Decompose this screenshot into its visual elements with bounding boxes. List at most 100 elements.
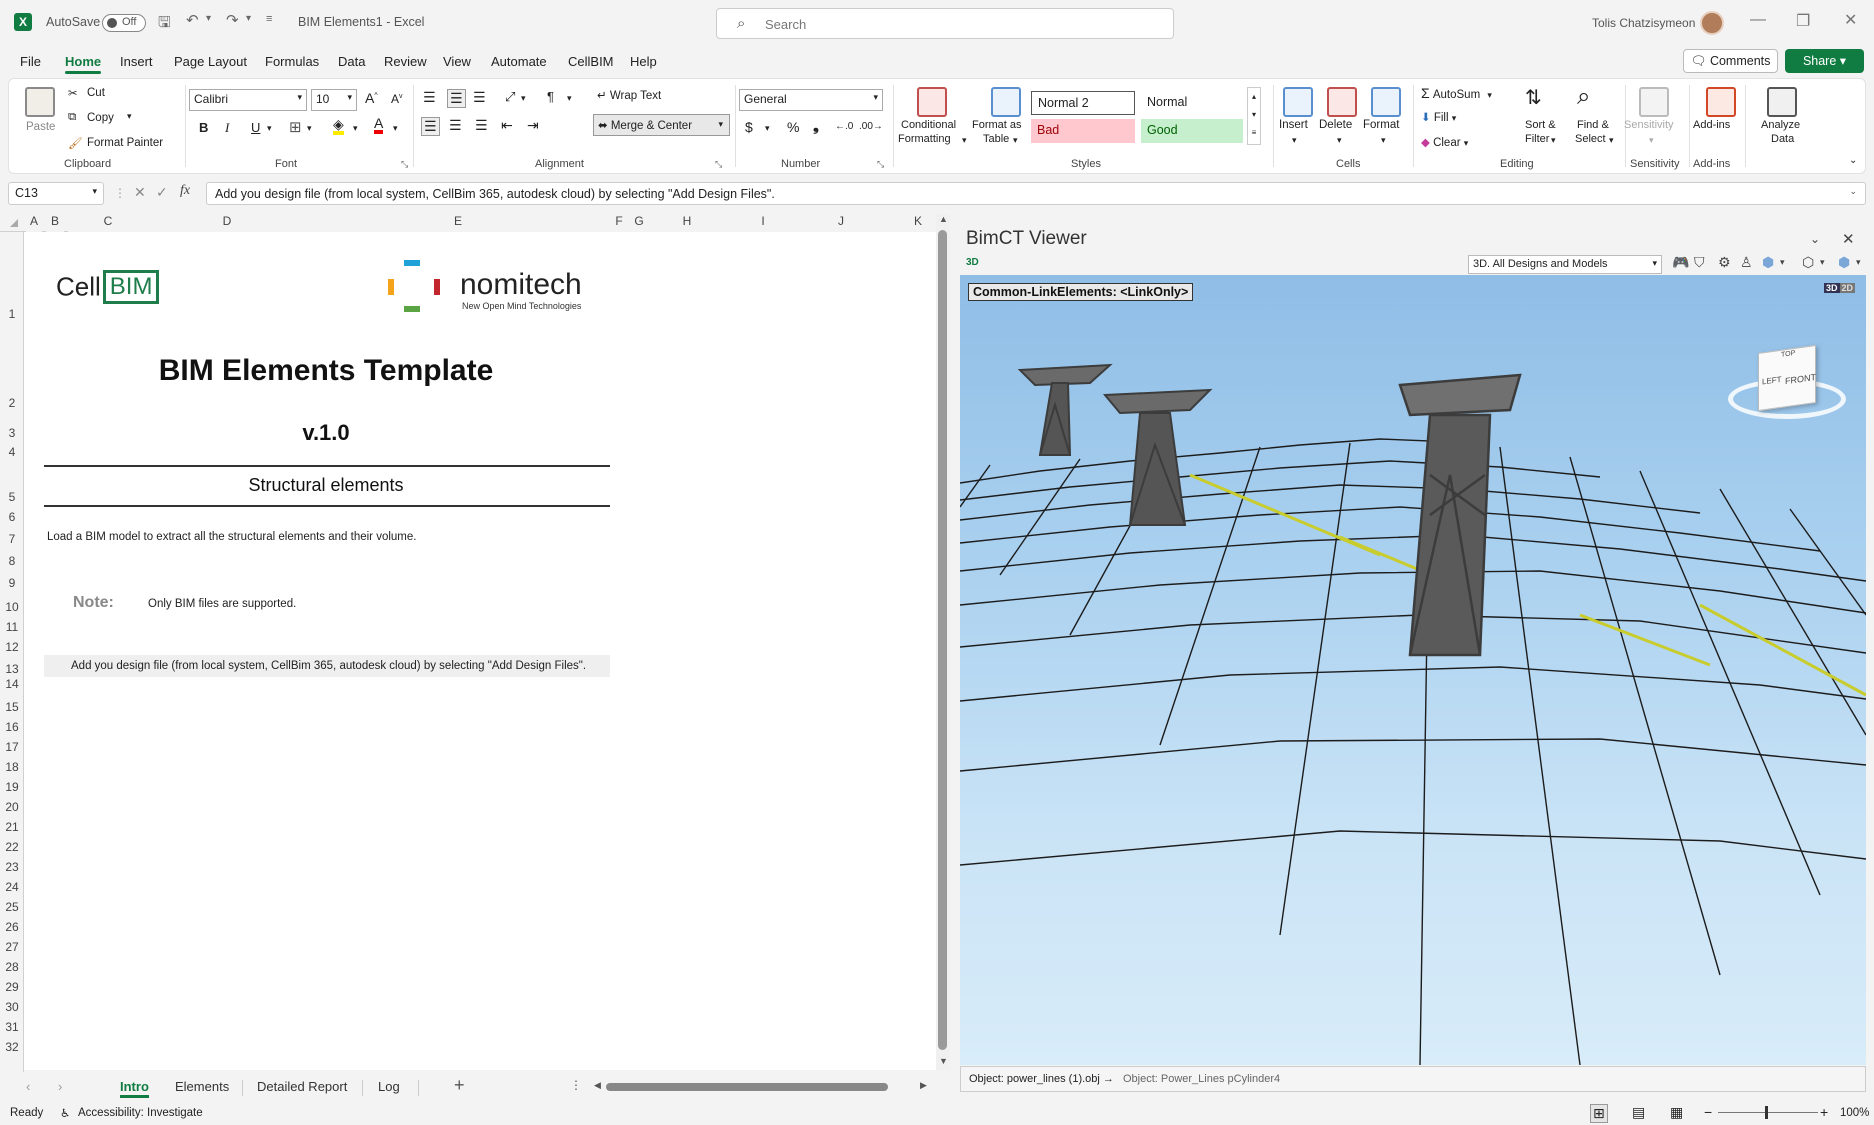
format-as-table-dropdown-icon[interactable]: ▾ — [1013, 135, 1018, 146]
sensitivity-button[interactable]: Sensitivity — [1624, 119, 1674, 131]
row-header[interactable]: 29 — [0, 980, 24, 994]
zoom-slider-thumb[interactable] — [1765, 1106, 1768, 1119]
decrease-decimal-icon[interactable]: .00→ — [859, 121, 883, 132]
insert-cells-button[interactable]: Insert — [1279, 119, 1308, 131]
style-normal2[interactable]: Normal 2 — [1031, 91, 1135, 115]
row-header[interactable]: 32 — [0, 1040, 24, 1054]
share-button[interactable]: Share ▾ — [1785, 49, 1864, 73]
conditional-formatting-icon[interactable] — [917, 87, 947, 117]
sensitivity-icon[interactable] — [1639, 87, 1669, 117]
next-sheet-icon[interactable]: › — [58, 1079, 62, 1094]
tab-home[interactable]: Home — [65, 54, 102, 74]
conditional-formatting-label-1[interactable]: Conditional — [901, 119, 956, 131]
style-normal[interactable]: Normal — [1141, 91, 1243, 115]
row-header[interactable]: 15 — [0, 700, 24, 714]
column-header[interactable]: D — [148, 214, 306, 232]
tab-insert[interactable]: Insert — [120, 54, 153, 69]
sensitivity-dropdown-icon[interactable]: ▾ — [1649, 135, 1654, 146]
row-header[interactable]: 16 — [0, 720, 24, 734]
zoom-level[interactable]: 100% — [1840, 1107, 1869, 1119]
cut-button[interactable]: Cut — [87, 87, 105, 99]
comments-button[interactable]: 🗨 Comments — [1683, 49, 1778, 73]
search-box[interactable]: ⌕ Search — [716, 8, 1174, 39]
add-sheet-icon[interactable]: + — [454, 1075, 465, 1096]
normal-view-icon[interactable]: ⊞ — [1590, 1104, 1608, 1123]
delete-dropdown-icon[interactable]: ▾ — [1337, 135, 1342, 146]
sort-filter-dropdown-icon[interactable]: ▾ — [1551, 135, 1556, 146]
row-header[interactable]: 27 — [0, 940, 24, 954]
select-all-icon[interactable] — [10, 219, 18, 227]
row-header[interactable]: 2 — [0, 396, 24, 410]
decrease-indent-icon[interactable]: ⇤ — [501, 117, 513, 134]
autosum-button[interactable]: Σ AutoSum ▾ — [1421, 85, 1492, 101]
delete-cells-icon[interactable] — [1327, 87, 1357, 117]
column-header[interactable]: H — [650, 214, 724, 232]
page-break-view-icon[interactable]: ▦ — [1670, 1104, 1683, 1121]
analyze-data-label-1[interactable]: Analyze — [1761, 119, 1800, 131]
styles-scroll-icon[interactable]: ▴ ▾ ≡ — [1247, 87, 1261, 145]
find-select-dropdown-icon[interactable]: ▾ — [1609, 135, 1614, 146]
row-header[interactable]: 9 — [0, 576, 24, 590]
underline-dropdown-icon[interactable]: ▾ — [267, 123, 272, 134]
box-view-icon[interactable]: ⬡ — [1802, 254, 1814, 271]
sheet-tab-elements[interactable]: Elements — [175, 1079, 229, 1094]
zoom-slider[interactable] — [1718, 1112, 1818, 1113]
cancel-edit-icon[interactable]: ✕ — [134, 184, 146, 201]
column-header[interactable]: J — [802, 214, 880, 232]
align-left-icon[interactable]: ☰ — [421, 117, 440, 136]
copy-button[interactable]: Copy — [87, 112, 114, 124]
horizontal-scrollbar-thumb[interactable] — [606, 1083, 888, 1091]
row-header[interactable]: 5 — [0, 490, 24, 504]
align-top-icon[interactable]: ☰ — [423, 89, 436, 106]
align-bottom-icon[interactable]: ☰ — [473, 89, 486, 106]
copy-icon[interactable]: ⧉ — [68, 111, 76, 124]
undo-dropdown-icon[interactable]: ▾ — [206, 13, 211, 24]
currency-icon[interactable]: $ — [745, 119, 753, 135]
font-color-icon[interactable]: A — [374, 116, 384, 134]
tab-file[interactable]: File — [20, 54, 41, 69]
save-icon[interactable]: 🖫 — [158, 12, 171, 37]
gamepad-icon[interactable]: 🎮 — [1672, 254, 1689, 271]
row-header[interactable]: 17 — [0, 740, 24, 754]
formula-input[interactable]: Add you design file (from local system, … — [206, 182, 1866, 205]
tab-review[interactable]: Review — [384, 54, 427, 69]
add-ins-button[interactable]: Add-ins — [1693, 119, 1730, 131]
bold-icon[interactable]: B — [199, 120, 208, 135]
row-header[interactable]: 21 — [0, 820, 24, 834]
row-header[interactable]: 14 — [0, 677, 24, 691]
increase-decimal-icon[interactable]: ←.0 — [835, 121, 853, 132]
decrease-font-icon[interactable]: Av — [391, 92, 403, 106]
add-ins-icon[interactable] — [1706, 87, 1736, 117]
box-dropdown-icon[interactable]: ▾ — [1820, 257, 1825, 268]
number-launcher-icon[interactable]: ⤡ — [877, 159, 884, 170]
borders-icon[interactable]: ⊞ — [289, 118, 302, 136]
row-header[interactable]: 25 — [0, 900, 24, 914]
sheet-tab-intro[interactable]: Intro — [120, 1079, 149, 1098]
analyze-data-icon[interactable] — [1767, 87, 1797, 117]
align-right-icon[interactable]: ☰ — [475, 117, 488, 134]
font-name-select[interactable]: Calibri ▾ — [189, 89, 307, 111]
wrap-text-button[interactable]: ↵ Wrap Text — [597, 88, 661, 102]
toggle-2d[interactable]: 2D — [1839, 283, 1856, 293]
row-header[interactable]: 10 — [0, 600, 24, 614]
undo-icon[interactable]: ↶ — [186, 11, 199, 29]
row-header[interactable]: 22 — [0, 840, 24, 854]
row-header[interactable]: 11 — [0, 620, 24, 634]
font-size-select[interactable]: 10 ▾ — [311, 89, 357, 111]
column-header[interactable]: C — [68, 214, 148, 232]
insert-cells-icon[interactable] — [1283, 87, 1313, 117]
row-header[interactable]: 20 — [0, 800, 24, 814]
format-cells-button[interactable]: Format — [1363, 119, 1399, 131]
hscroll-left-icon[interactable]: ◀ — [594, 1080, 601, 1091]
clear-button[interactable]: ◆ Clear ▾ — [1421, 135, 1468, 149]
row-header[interactable]: 18 — [0, 760, 24, 774]
accessibility-status[interactable]: Accessibility: Investigate — [78, 1107, 203, 1119]
view-select[interactable]: 3D. All Designs and Models ▾ — [1468, 255, 1662, 274]
orientation-icon[interactable]: ⤢ — [505, 89, 515, 105]
conditional-dropdown-icon[interactable]: ▾ — [962, 135, 967, 146]
row-header[interactable]: 12 — [0, 640, 24, 654]
format-cells-icon[interactable] — [1371, 87, 1401, 117]
tabs-split-icon[interactable]: ⋮ — [570, 1078, 582, 1092]
avatar[interactable] — [1700, 11, 1724, 35]
view-cube-body[interactable]: TOP LEFT FRONT — [1758, 344, 1816, 412]
